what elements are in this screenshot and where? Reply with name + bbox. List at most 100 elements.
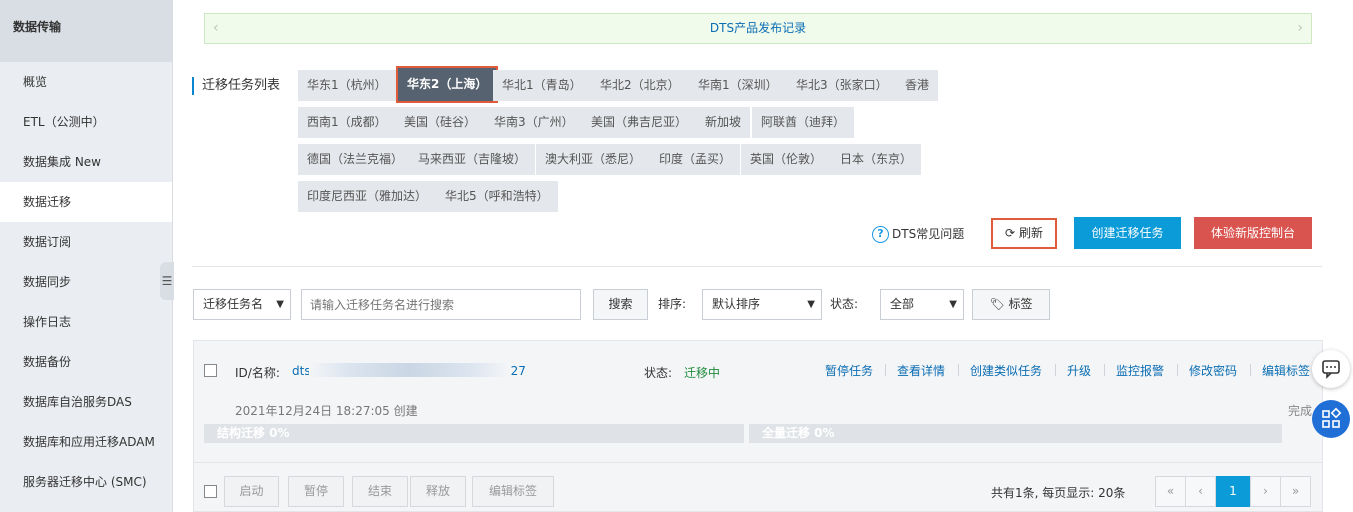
action-divider: [958, 364, 959, 376]
sort-value: 默认排序: [712, 297, 761, 311]
refresh-label: 刷新: [1018, 226, 1043, 240]
sidebar-item-data-backup[interactable]: 数据备份: [0, 342, 172, 382]
try-new-console-button[interactable]: 体验新版控制台: [1194, 217, 1312, 249]
divider: [192, 266, 1322, 267]
sidebar-item-data-sync[interactable]: 数据同步: [0, 262, 172, 302]
release-button[interactable]: 释放: [410, 476, 466, 507]
region-guangzhou[interactable]: 华南3（广州）: [485, 107, 583, 138]
status-filter-value: 全部: [890, 297, 915, 311]
create-migration-task-button[interactable]: 创建迁移任务: [1074, 217, 1181, 249]
region-sydney[interactable]: 澳大利亚（悉尼）: [536, 144, 651, 175]
sidebar: 数据传输 概览 ETL（公测中） 数据集成 New 数据迁移 数据订阅 数据同步…: [0, 0, 173, 512]
task-status-label: 状态:: [644, 366, 673, 380]
sidebar-item-data-integration[interactable]: 数据集成 New: [0, 142, 172, 182]
full-migration-progress: 全量迁移 0%: [749, 424, 1282, 443]
region-shenzhen[interactable]: 华南1（深圳）: [689, 70, 787, 101]
upgrade-link[interactable]: 升级: [1067, 362, 1091, 379]
region-jakarta[interactable]: 印度尼西亚（雅加达）: [298, 181, 437, 212]
region-singapore[interactable]: 新加坡: [696, 107, 751, 138]
sidebar-item-smc[interactable]: 服务器迁移中心 (SMC): [0, 462, 172, 502]
release-notice-banner[interactable]: ‹ DTS产品发布记录 ›: [204, 13, 1312, 44]
structure-migration-progress: 结构迁移 0%: [204, 424, 744, 443]
region-frankfurt[interactable]: 德国（法兰克福）: [298, 144, 413, 175]
chevron-right-icon[interactable]: ›: [1297, 14, 1303, 43]
region-kuala-lumpur[interactable]: 马来西亚（吉隆坡）: [409, 144, 536, 175]
region-shanghai[interactable]: 华东2（上海）: [395, 66, 499, 103]
apps-grid-icon[interactable]: [1312, 400, 1350, 438]
task-id-label: ID/名称:: [235, 366, 280, 380]
action-divider: [1055, 364, 1056, 376]
sidebar-item-data-migration[interactable]: 数据迁移: [0, 182, 172, 222]
action-divider: [1104, 364, 1105, 376]
region-dubai[interactable]: 阿联酋（迪拜）: [752, 107, 855, 138]
region-london[interactable]: 英国（伦敦）: [741, 144, 832, 175]
redacted-id-mask: [309, 363, 509, 377]
edit-tags-button[interactable]: 编辑标签: [472, 476, 554, 507]
bulk-action-bar: 启动 暂停 结束 释放 编辑标签 共有1条, 每页显示: 20条 « ‹ 1 ›…: [193, 463, 1323, 512]
view-details-link[interactable]: 查看详情: [897, 362, 945, 379]
sidebar-item-data-subscription[interactable]: 数据订阅: [0, 222, 172, 262]
task-name-search-input[interactable]: [301, 289, 581, 320]
region-beijing[interactable]: 华北2（北京）: [591, 70, 689, 101]
prev-page-button[interactable]: ‹: [1185, 476, 1216, 507]
chat-bubble-icon: [1322, 360, 1340, 379]
chevron-down-icon: ▼: [276, 299, 284, 310]
pagination-info: 共有1条, 每页显示: 20条: [991, 486, 1126, 500]
faq-label: DTS常见问题: [892, 227, 965, 241]
tag-icon: 🏷: [989, 297, 1005, 311]
end-button[interactable]: 结束: [352, 476, 408, 507]
sort-label: 排序:: [658, 297, 687, 311]
region-hohhot[interactable]: 华北5（呼和浩特）: [436, 181, 558, 212]
pause-task-link[interactable]: 暂停任务: [825, 362, 873, 379]
faq-link[interactable]: ? DTS常见问题: [872, 224, 964, 244]
first-page-button[interactable]: «: [1155, 476, 1186, 507]
task-checkbox[interactable]: [204, 364, 217, 377]
monitor-alert-link[interactable]: 监控报警: [1116, 362, 1164, 379]
region-hangzhou[interactable]: 华东1（杭州）: [298, 70, 396, 101]
region-virginia[interactable]: 美国（弗吉尼亚）: [582, 107, 697, 138]
select-all-checkbox[interactable]: [204, 485, 217, 498]
refresh-icon: ⟳: [1005, 226, 1016, 240]
task-done-label: 完成: [1287, 404, 1312, 418]
task-created-time: 2021年12月24日 18:27:05 创建: [235, 404, 418, 418]
chat-icon[interactable]: [1312, 350, 1350, 388]
help-icon: ?: [872, 226, 889, 243]
region-chengdu[interactable]: 西南1（成都）: [298, 107, 396, 138]
next-page-button[interactable]: ›: [1250, 476, 1281, 507]
sidebar-item-etl[interactable]: ETL（公测中）: [0, 102, 172, 142]
region-tokyo[interactable]: 日本（东京）: [831, 144, 922, 175]
sidebar-item-operation-log[interactable]: 操作日志: [0, 302, 172, 342]
main-content: ‹ DTS产品发布记录 › 迁移任务列表 华东1（杭州） 华东2（上海） 华北1…: [174, 0, 1353, 512]
region-mumbai[interactable]: 印度（孟买）: [650, 144, 741, 175]
search-button[interactable]: 搜索: [593, 289, 648, 320]
sidebar-item-overview[interactable]: 概览: [0, 62, 172, 102]
sidebar-collapse-icon[interactable]: ☰: [160, 262, 174, 300]
create-similar-task-link[interactable]: 创建类似任务: [970, 362, 1042, 379]
sort-select[interactable]: 默认排序 ▼: [702, 289, 822, 320]
sidebar-item-adam[interactable]: 数据库和应用迁移ADAM: [0, 422, 172, 462]
task-id-suffix: 27: [510, 364, 526, 378]
action-divider: [1177, 364, 1178, 376]
region-silicon-valley[interactable]: 美国（硅谷）: [395, 107, 486, 138]
page-1-button[interactable]: 1: [1216, 476, 1250, 507]
action-divider: [885, 364, 886, 376]
status-filter-label: 状态:: [830, 297, 859, 311]
task-status-value: 迁移中: [684, 366, 721, 380]
change-password-link[interactable]: 修改密码: [1189, 362, 1237, 379]
region-qingdao[interactable]: 华北1（青岛）: [493, 70, 591, 101]
last-page-button[interactable]: »: [1280, 476, 1311, 507]
chevron-left-icon[interactable]: ‹: [213, 14, 219, 43]
refresh-button[interactable]: ⟳ 刷新: [991, 218, 1057, 249]
edit-tags-link[interactable]: 编辑标签: [1262, 362, 1310, 379]
sidebar-item-das[interactable]: 数据库自治服务DAS: [0, 382, 172, 422]
pause-button[interactable]: 暂停: [288, 476, 344, 507]
action-divider: [1250, 364, 1251, 376]
search-field-value: 迁移任务名: [203, 297, 264, 311]
tag-filter-button[interactable]: 🏷 标签: [972, 289, 1050, 320]
search-field-select[interactable]: 迁移任务名 ▼: [193, 289, 291, 320]
region-hongkong[interactable]: 香港: [896, 70, 939, 101]
start-button[interactable]: 启动: [224, 476, 279, 507]
status-select[interactable]: 全部 ▼: [880, 289, 964, 320]
release-notice-text[interactable]: DTS产品发布记录: [710, 21, 806, 35]
region-zhangjiakou[interactable]: 华北3（张家口）: [787, 70, 897, 101]
